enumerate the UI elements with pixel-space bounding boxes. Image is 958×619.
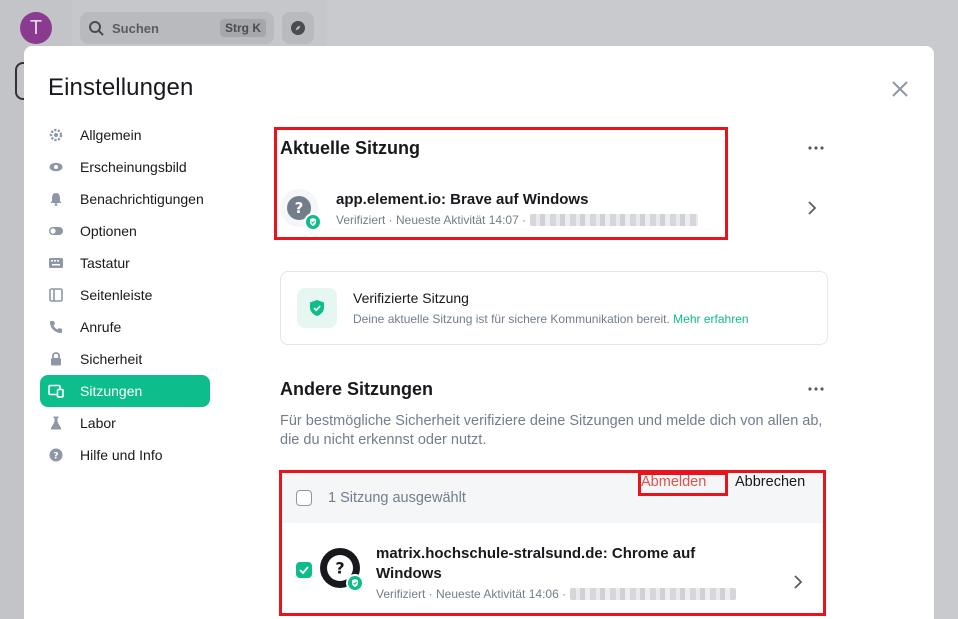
nav-item-options[interactable]: Optionen bbox=[40, 215, 210, 247]
other-sessions-heading: Andere Sitzungen bbox=[280, 378, 434, 399]
highlight-current-session bbox=[274, 127, 728, 240]
nav-item-keyboard[interactable]: Tastatur bbox=[40, 247, 210, 279]
nav-item-label: Anrufe bbox=[80, 319, 122, 335]
nav-item-label: Labor bbox=[80, 415, 116, 431]
other-sessions-header: Andere Sitzungen bbox=[280, 377, 828, 401]
search-shortcut: Strg K bbox=[220, 19, 266, 37]
bell-icon bbox=[48, 191, 64, 207]
nav-item-general[interactable]: Allgemein bbox=[40, 119, 210, 151]
nav-item-appearance[interactable]: Erscheinungsbild bbox=[40, 151, 210, 183]
nav-item-label: Tastatur bbox=[80, 255, 130, 271]
highlight-sign-out bbox=[638, 472, 728, 496]
other-sessions-menu-button[interactable] bbox=[804, 377, 828, 401]
learn-more-link[interactable]: Mehr erfahren bbox=[673, 312, 748, 326]
help-icon: ? bbox=[48, 447, 64, 463]
sidebar-icon bbox=[48, 287, 64, 303]
nav-item-security[interactable]: Sicherheit bbox=[40, 343, 210, 375]
settings-nav: Allgemein Erscheinungsbild Benachrichtig… bbox=[40, 119, 210, 471]
toggle-icon bbox=[48, 223, 64, 239]
verified-session-card: Verifizierte Sitzung Deine aktuelle Sitz… bbox=[280, 271, 828, 345]
svg-text:?: ? bbox=[53, 452, 58, 462]
flask-icon bbox=[48, 415, 64, 431]
close-icon bbox=[892, 81, 908, 97]
nav-item-sidebar[interactable]: Seitenleiste bbox=[40, 279, 210, 311]
verified-card-title: Verifizierte Sitzung bbox=[353, 290, 469, 306]
dialog-title: Einstellungen bbox=[48, 74, 194, 101]
search-bar[interactable]: Suchen Strg K bbox=[80, 12, 274, 44]
more-icon bbox=[808, 387, 824, 391]
nav-item-sessions[interactable]: Sitzungen bbox=[40, 375, 210, 407]
close-button[interactable] bbox=[890, 79, 910, 99]
other-sessions-description: Für bestmögliche Sicherheit verifiziere … bbox=[280, 413, 823, 448]
nav-item-labs[interactable]: Labor bbox=[40, 407, 210, 439]
nav-item-label: Hilfe und Info bbox=[80, 447, 163, 463]
avatar[interactable]: T bbox=[20, 12, 52, 44]
nav-item-label: Sitzungen bbox=[80, 383, 143, 399]
nav-item-label: Seitenleiste bbox=[80, 287, 153, 303]
highlight-other-session bbox=[279, 470, 826, 616]
shield-check-icon bbox=[297, 288, 337, 328]
explore-button[interactable] bbox=[282, 12, 314, 44]
nav-item-label: Allgemein bbox=[80, 127, 142, 143]
nav-item-label: Benachrichtigungen bbox=[80, 191, 204, 207]
eye-icon bbox=[48, 159, 64, 175]
nav-item-help[interactable]: ? Hilfe und Info bbox=[40, 439, 210, 471]
nav-item-notifications[interactable]: Benachrichtigungen bbox=[40, 183, 210, 215]
verified-card-description: Deine aktuelle Sitzung ist für sichere K… bbox=[353, 312, 749, 326]
verified-card-text: Deine aktuelle Sitzung ist für sichere K… bbox=[353, 312, 670, 326]
nav-item-calls[interactable]: Anrufe bbox=[40, 311, 210, 343]
compass-icon bbox=[291, 21, 305, 35]
devices-icon bbox=[48, 383, 64, 399]
nav-item-label: Optionen bbox=[80, 223, 137, 239]
nav-item-label: Sicherheit bbox=[80, 351, 143, 367]
gear-icon bbox=[48, 127, 64, 143]
chevron-right-icon[interactable] bbox=[802, 198, 822, 218]
keyboard-icon bbox=[48, 255, 64, 271]
phone-icon bbox=[48, 319, 64, 335]
nav-item-label: Erscheinungsbild bbox=[80, 159, 187, 175]
lock-icon bbox=[48, 351, 64, 367]
search-placeholder: Suchen bbox=[112, 20, 159, 36]
more-icon bbox=[808, 146, 824, 150]
current-session-menu-button[interactable] bbox=[804, 136, 828, 160]
search-icon bbox=[89, 21, 104, 36]
